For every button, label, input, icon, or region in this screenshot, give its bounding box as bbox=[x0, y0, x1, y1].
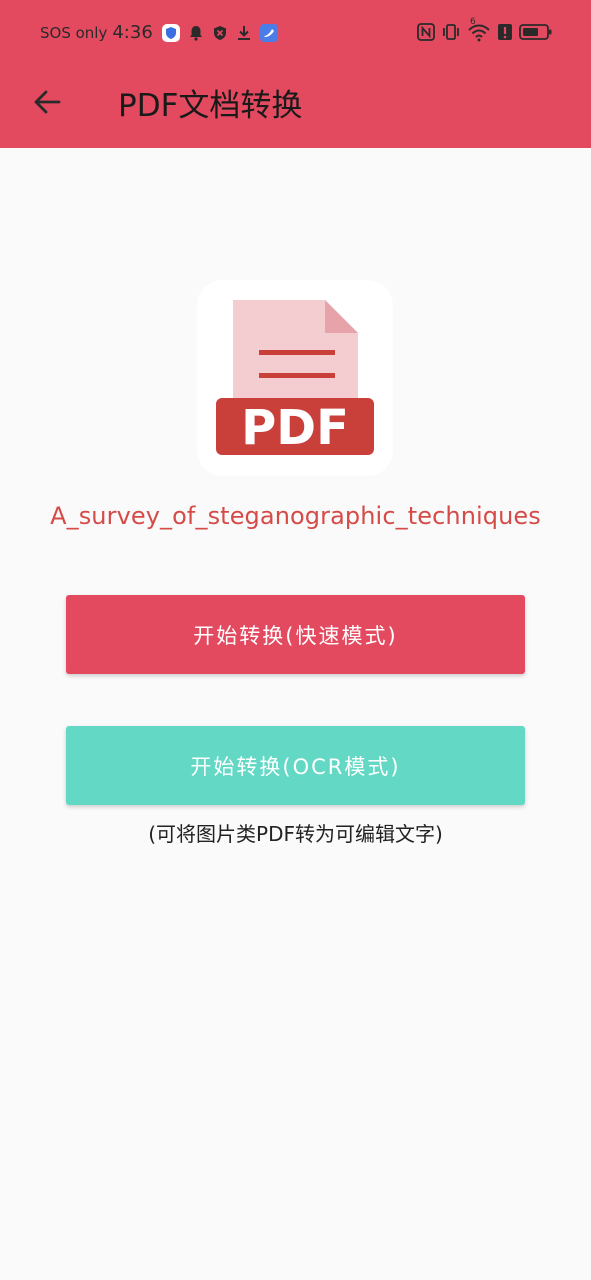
wifi-icon: 6 bbox=[467, 17, 491, 42]
file-name: A_survey_of_steganographic_techniques bbox=[50, 502, 541, 530]
sos-label: SOS only bbox=[40, 23, 108, 42]
back-button[interactable] bbox=[30, 85, 64, 119]
ocr-hint-text: (可将图片类PDF转为可编辑文字) bbox=[148, 822, 443, 846]
wifi-6-label: 6 bbox=[470, 17, 476, 27]
app-bar: SOS only 4:36 6 PDF文档转换 bbox=[0, 0, 591, 148]
security-shield-icon bbox=[211, 24, 229, 42]
clock: 4:36 bbox=[112, 22, 153, 43]
shield-app-icon bbox=[161, 23, 181, 43]
page-title: PDF文档转换 bbox=[118, 88, 303, 124]
battery-icon bbox=[519, 22, 553, 42]
download-icon bbox=[235, 24, 253, 42]
nfc-icon bbox=[417, 22, 435, 42]
fast-convert-button[interactable]: 开始转换(快速模式) bbox=[66, 595, 525, 674]
pdf-file-icon: PDF bbox=[197, 280, 393, 476]
bird-app-icon bbox=[259, 23, 279, 43]
alert-icon bbox=[497, 22, 513, 42]
ocr-convert-button[interactable]: 开始转换(OCR模式) bbox=[66, 726, 525, 805]
status-bar: SOS only 4:36 6 bbox=[0, 0, 591, 66]
pdf-badge-label: PDF bbox=[241, 400, 349, 456]
bell-icon bbox=[187, 24, 205, 42]
arrow-left-icon bbox=[34, 90, 61, 114]
vibrate-icon bbox=[441, 22, 461, 42]
